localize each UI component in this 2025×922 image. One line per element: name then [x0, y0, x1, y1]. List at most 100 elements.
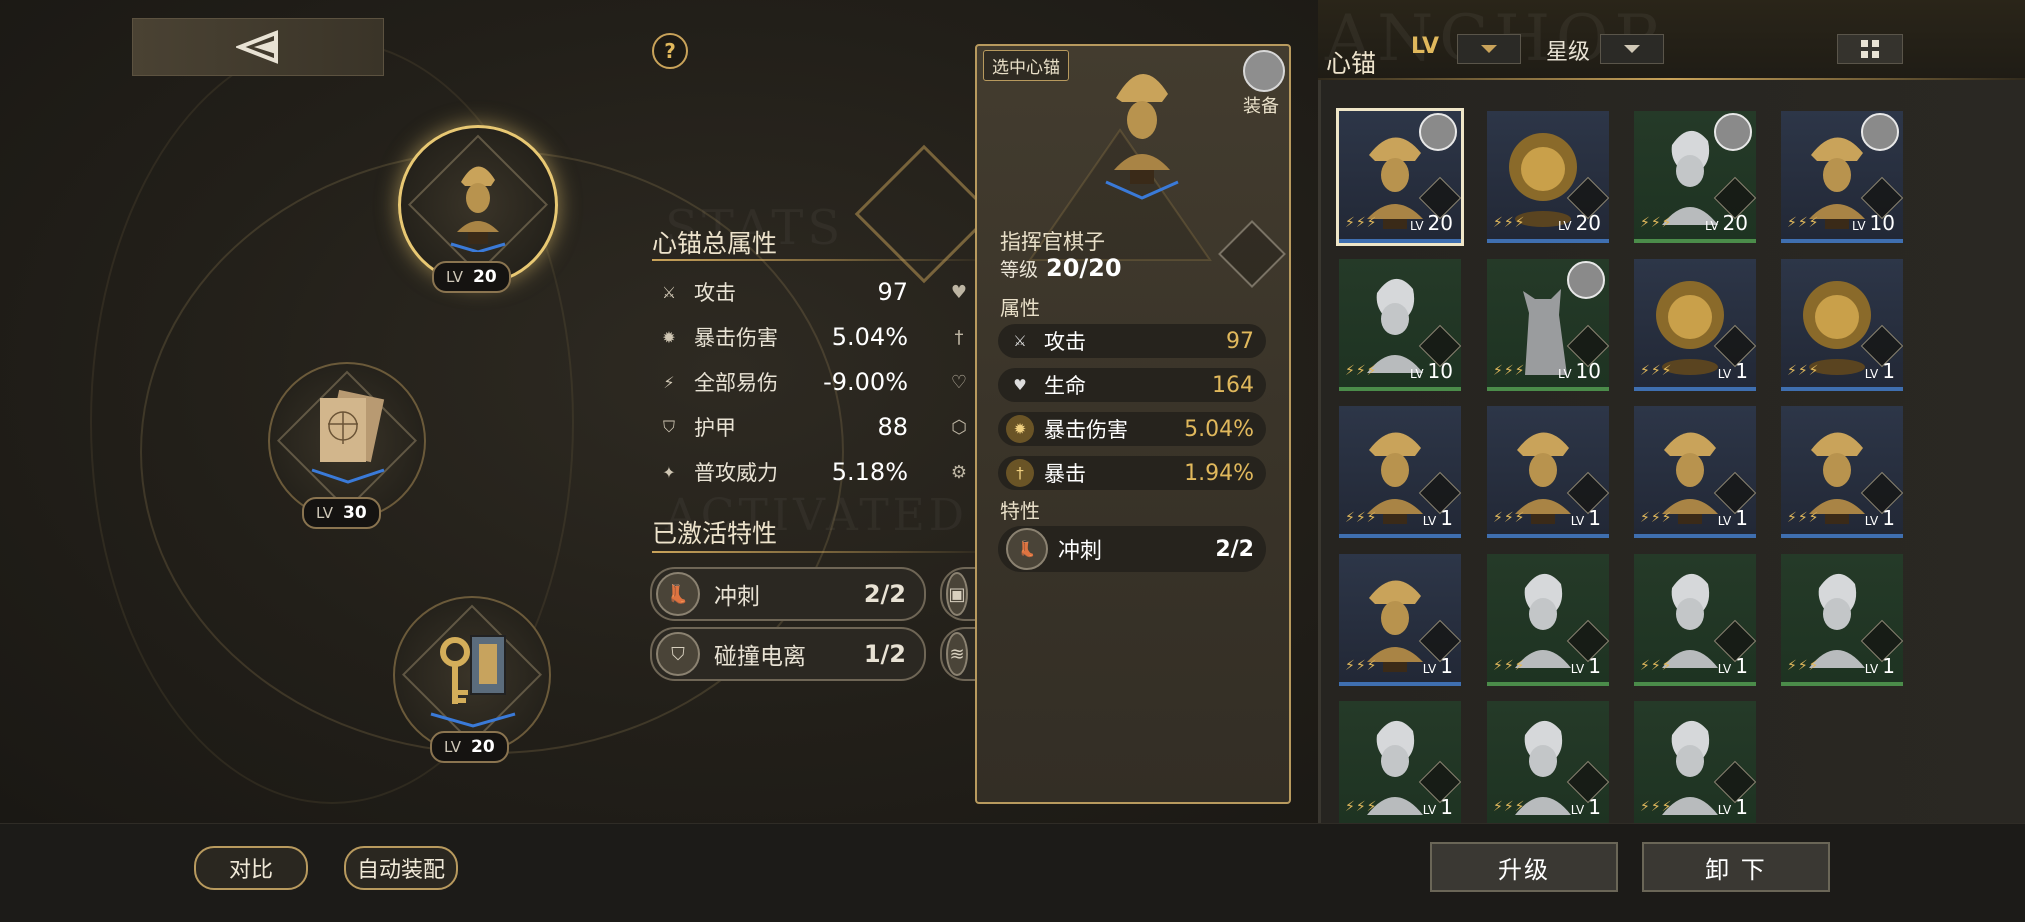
rank-stars-icon: ⚡⚡⚡ — [1493, 799, 1526, 815]
level-value: 1 — [1440, 795, 1453, 819]
filter-star-dropdown[interactable] — [1600, 34, 1664, 64]
trait-dash[interactable]: 👢 冲刺 2/2 — [650, 567, 926, 621]
anchor-card[interactable]: ⚡⚡⚡ LV 1 — [1781, 554, 1903, 686]
attr-title: 属性 — [1000, 296, 1040, 320]
boot-icon: 👢 — [1006, 528, 1048, 570]
slot-1-level: LV 20 — [432, 261, 511, 293]
rank-stars-icon: ⚡⚡⚡ — [1493, 658, 1526, 674]
lv-label: LV — [1409, 367, 1424, 381]
lv-label: LV — [1717, 514, 1732, 528]
stats-title: 心锚总属性 — [652, 229, 778, 258]
trait-value: 2/2 — [1215, 536, 1254, 562]
level-value: 10 — [1869, 211, 1895, 235]
anchor-card[interactable]: ⚡⚡⚡ LV 1 — [1487, 701, 1609, 827]
compare-button[interactable]: 对比 — [194, 846, 308, 890]
key-icon — [430, 635, 516, 728]
stat-value: 5.04% — [831, 323, 908, 351]
selected-anchor-tag: 选中心锚 — [983, 50, 1069, 81]
resist-icon: ⬡ — [951, 417, 967, 438]
filter-lv-dropdown[interactable] — [1457, 34, 1521, 64]
help-icon[interactable]: ? — [652, 33, 688, 69]
card-level: LV 20 — [1410, 211, 1453, 235]
anchor-card[interactable]: ⚡⚡⚡ LV 1 — [1634, 701, 1756, 827]
level-value: 20 — [1575, 211, 1601, 235]
rank-stars-icon: ⚡⚡⚡ — [1787, 215, 1820, 231]
lv-label: LV — [1704, 219, 1719, 233]
anchor-card[interactable]: ⚡⚡⚡ LV 1 — [1634, 554, 1756, 686]
anchor-card[interactable]: ⚡⚡⚡ LV 1 — [1634, 259, 1756, 391]
anchor-card[interactable]: ⚡⚡⚡ LV 20 — [1634, 111, 1756, 243]
filter-star-label: 星级 — [1546, 40, 1591, 65]
rank-stars-icon: ⚡⚡⚡ — [1787, 658, 1820, 674]
stat-name: 护甲 — [694, 416, 736, 440]
rank-stars-icon: ⚡⚡⚡ — [1640, 363, 1673, 379]
lv-label: LV — [1864, 367, 1879, 381]
equipped-avatar — [1714, 113, 1752, 151]
stat-name: 攻击 — [694, 281, 736, 305]
detail-level: 等级 20/20 — [1000, 254, 1122, 282]
lv-label: LV — [1422, 514, 1437, 528]
card-level: LV 1 — [1865, 654, 1895, 678]
anchor-card[interactable]: ⚡⚡⚡ LV 20 — [1487, 111, 1609, 243]
anchor-card[interactable]: ⚡⚡⚡ LV 1 — [1339, 406, 1461, 538]
level-value: 1 — [1735, 506, 1748, 530]
anchor-card[interactable]: ⚡⚡⚡ LV 10 — [1781, 111, 1903, 243]
anchor-card[interactable]: ⚡⚡⚡ LV 1 — [1781, 259, 1903, 391]
back-button[interactable] — [132, 18, 384, 76]
level-value: 10 — [1575, 359, 1601, 383]
anchor-card[interactable]: ⚡⚡⚡ LV 20 — [1336, 108, 1464, 246]
level-value: 20 — [472, 267, 497, 287]
lv-label: LV — [1570, 662, 1585, 676]
rank-stars-icon: ⚡⚡⚡ — [1640, 215, 1673, 231]
unequip-button[interactable]: 卸 下 — [1642, 842, 1830, 892]
rank-stars-icon: ⚡⚡⚡ — [1493, 510, 1526, 526]
trait-value: 1/2 — [863, 640, 906, 668]
card-level: LV 1 — [1718, 359, 1748, 383]
lv-label: LV — [1717, 662, 1732, 676]
level-value: 1 — [1588, 654, 1601, 678]
attr-name: 攻击 — [1044, 330, 1086, 354]
level-value: 20 — [1427, 211, 1453, 235]
grid-view-icon — [1861, 40, 1879, 58]
attr-name: 暴击伤害 — [1044, 418, 1128, 442]
rank-stars-icon: ⚡⚡⚡ — [1493, 363, 1526, 379]
commander-bust-icon — [450, 166, 506, 252]
anchor-card[interactable]: ⚡⚡⚡ LV 1 — [1634, 406, 1756, 538]
anchor-card[interactable]: ⚡⚡⚡ LV 1 — [1487, 554, 1609, 686]
chevron-down-icon — [1481, 45, 1497, 53]
crit-damage-icon: ✹ — [662, 327, 676, 347]
level-value: 1 — [1882, 654, 1895, 678]
sword-icon: ⚔ — [1013, 332, 1027, 350]
anchor-card[interactable]: ⚡⚡⚡ LV 1 — [1339, 554, 1461, 686]
grid-view-button[interactable] — [1837, 34, 1903, 64]
upgrade-button[interactable]: 升级 — [1430, 842, 1618, 892]
anchor-card[interactable]: ⚡⚡⚡ LV 1 — [1781, 406, 1903, 538]
rank-stars-icon: ⚡⚡⚡ — [1345, 363, 1378, 379]
detail-trait-dash[interactable]: 👢 冲刺 2/2 — [998, 526, 1266, 572]
crit-icon: † — [954, 327, 964, 348]
anchor-card[interactable]: ⚡⚡⚡ LV 10 — [1339, 259, 1461, 391]
gear-icon: ⚙ — [950, 462, 968, 483]
anchor-card[interactable]: ⚡⚡⚡ LV 1 — [1487, 406, 1609, 538]
auto-equip-button[interactable]: 自动装配 — [344, 846, 458, 890]
boot-icon: 👢 — [656, 572, 700, 616]
rank-stars-icon: ⚡⚡⚡ — [1345, 658, 1378, 674]
lv-label: LV — [316, 504, 333, 522]
trait-collision-ionization[interactable]: ⛉ 碰撞电离 1/2 — [650, 627, 926, 681]
card-level: LV 1 — [1865, 506, 1895, 530]
stat-row-vulnerability: ⚡ 全部易伤 -9.00% — [658, 364, 908, 400]
card-level: LV 1 — [1718, 654, 1748, 678]
rank-stars-icon: ⚡⚡⚡ — [1787, 363, 1820, 379]
stat-row-armor: ⛉ 护甲 88 — [658, 409, 908, 445]
lv-label: LV — [1570, 803, 1585, 817]
slot-2-level: LV 30 — [302, 497, 381, 529]
stat-value: 88 — [877, 413, 908, 441]
attr-name: 生命 — [1044, 374, 1086, 398]
stat-value: 97 — [877, 278, 908, 306]
lv-label: LV — [1422, 662, 1437, 676]
rank-stars-icon: ⚡⚡⚡ — [1787, 510, 1820, 526]
anchor-card[interactable]: ⚡⚡⚡ LV 1 — [1339, 701, 1461, 827]
trait-name: 冲刺 — [714, 584, 760, 610]
anchor-card[interactable]: ⚡⚡⚡ LV 10 — [1487, 259, 1609, 391]
back-triangle-icon — [236, 30, 278, 64]
